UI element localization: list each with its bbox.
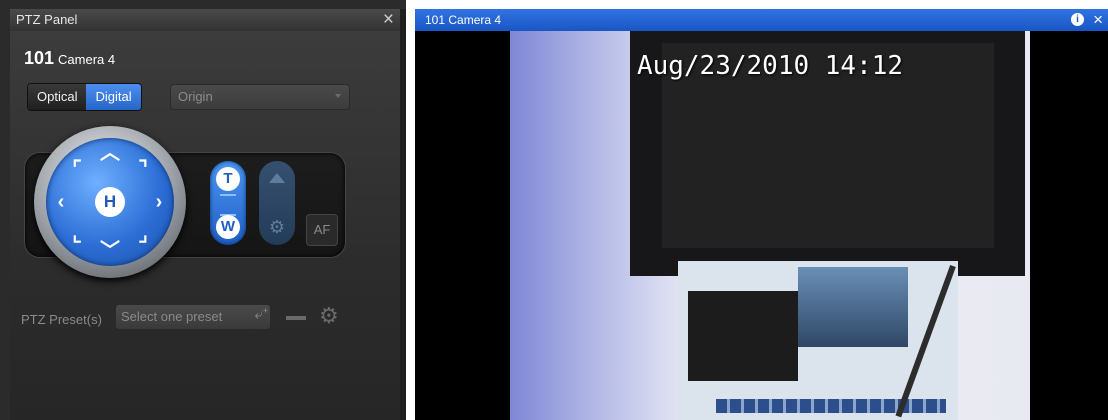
preset-settings-gear-icon[interactable]: ⚙ <box>319 303 339 329</box>
ptz-panel: PTZ Panel × 101 Camera 4 Optical Digital … <box>0 0 406 420</box>
autofocus-button[interactable]: AF <box>306 214 338 246</box>
camera-view-close-icon[interactable]: × <box>1093 9 1103 31</box>
zoom-slider-track <box>220 194 236 216</box>
zoom-wide-button[interactable]: W <box>216 215 240 239</box>
preset-select[interactable]: Select one preset ⤶⁺ <box>115 304 271 330</box>
panel-border <box>400 9 406 420</box>
tab-digital[interactable]: Digital <box>86 84 141 110</box>
pan-right-icon[interactable]: › <box>148 191 170 213</box>
origin-select[interactable]: Origin <box>170 84 350 110</box>
ptz-panel-close-icon[interactable]: × <box>383 9 394 31</box>
ptz-panel-titlebar[interactable]: PTZ Panel × <box>10 9 400 32</box>
pan-down-icon[interactable]: ﹀ <box>99 240 121 262</box>
camera-number: 101 <box>24 48 55 68</box>
remove-preset-icon[interactable] <box>286 316 306 320</box>
camera-view-window: 101 Camera 4 i × Aug/23/2010 14:12 <box>415 9 1108 420</box>
pan-down-right-icon[interactable]: ⌟ <box>132 224 154 246</box>
mode-toggle: Optical Digital <box>27 83 142 111</box>
ptz-joystick[interactable]: ︿ ﹀ ‹ › ⌜ ⌝ ⌞ ⌟ H <box>34 126 186 278</box>
zoom-tele-button[interactable]: T <box>216 167 240 191</box>
origin-select-value: Origin <box>178 89 213 104</box>
camera-view-titlebar[interactable]: 101 Camera 4 i × <box>415 9 1108 31</box>
camera-name: Camera 4 <box>58 52 116 67</box>
ptz-panel-title: PTZ Panel <box>16 12 78 27</box>
tab-optical[interactable]: Optical <box>28 84 87 110</box>
video-timestamp: Aug/23/2010 14:12 <box>636 51 904 81</box>
pan-up-icon[interactable]: ︿ <box>99 142 121 164</box>
camera-view-title: 101 Camera 4 <box>425 13 502 27</box>
preset-label: PTZ Preset(s) <box>21 312 102 327</box>
video-image: Aug/23/2010 14:12 <box>510 31 1030 420</box>
focus-far-icon[interactable] <box>269 173 285 183</box>
home-button[interactable]: H <box>95 187 125 217</box>
preset-select-placeholder: Select one preset <box>121 309 223 324</box>
zoom-control: T W <box>210 161 246 245</box>
scene-screen <box>678 261 958 420</box>
video-frame[interactable]: Aug/23/2010 14:12 <box>415 31 1108 420</box>
focus-control: ⚙ <box>259 161 295 245</box>
pan-up-right-icon[interactable]: ⌝ <box>132 158 154 180</box>
info-icon[interactable]: i <box>1071 13 1084 26</box>
joystick-pad: ︿ ﹀ ‹ › ⌜ ⌝ ⌞ ⌟ H <box>46 138 174 266</box>
camera-heading: 101 Camera 4 <box>24 48 115 69</box>
focus-near-gear-icon[interactable]: ⚙ <box>267 217 287 237</box>
add-preset-icon[interactable]: ⤶⁺ <box>254 306 268 323</box>
chevron-down-icon <box>335 94 341 98</box>
pan-up-left-icon[interactable]: ⌜ <box>66 158 88 180</box>
ptz-panel-body: 101 Camera 4 Optical Digital Origin ︿ ﹀ ‹… <box>10 31 400 420</box>
pan-left-icon[interactable]: ‹ <box>50 191 72 213</box>
pan-down-left-icon[interactable]: ⌞ <box>66 224 88 246</box>
